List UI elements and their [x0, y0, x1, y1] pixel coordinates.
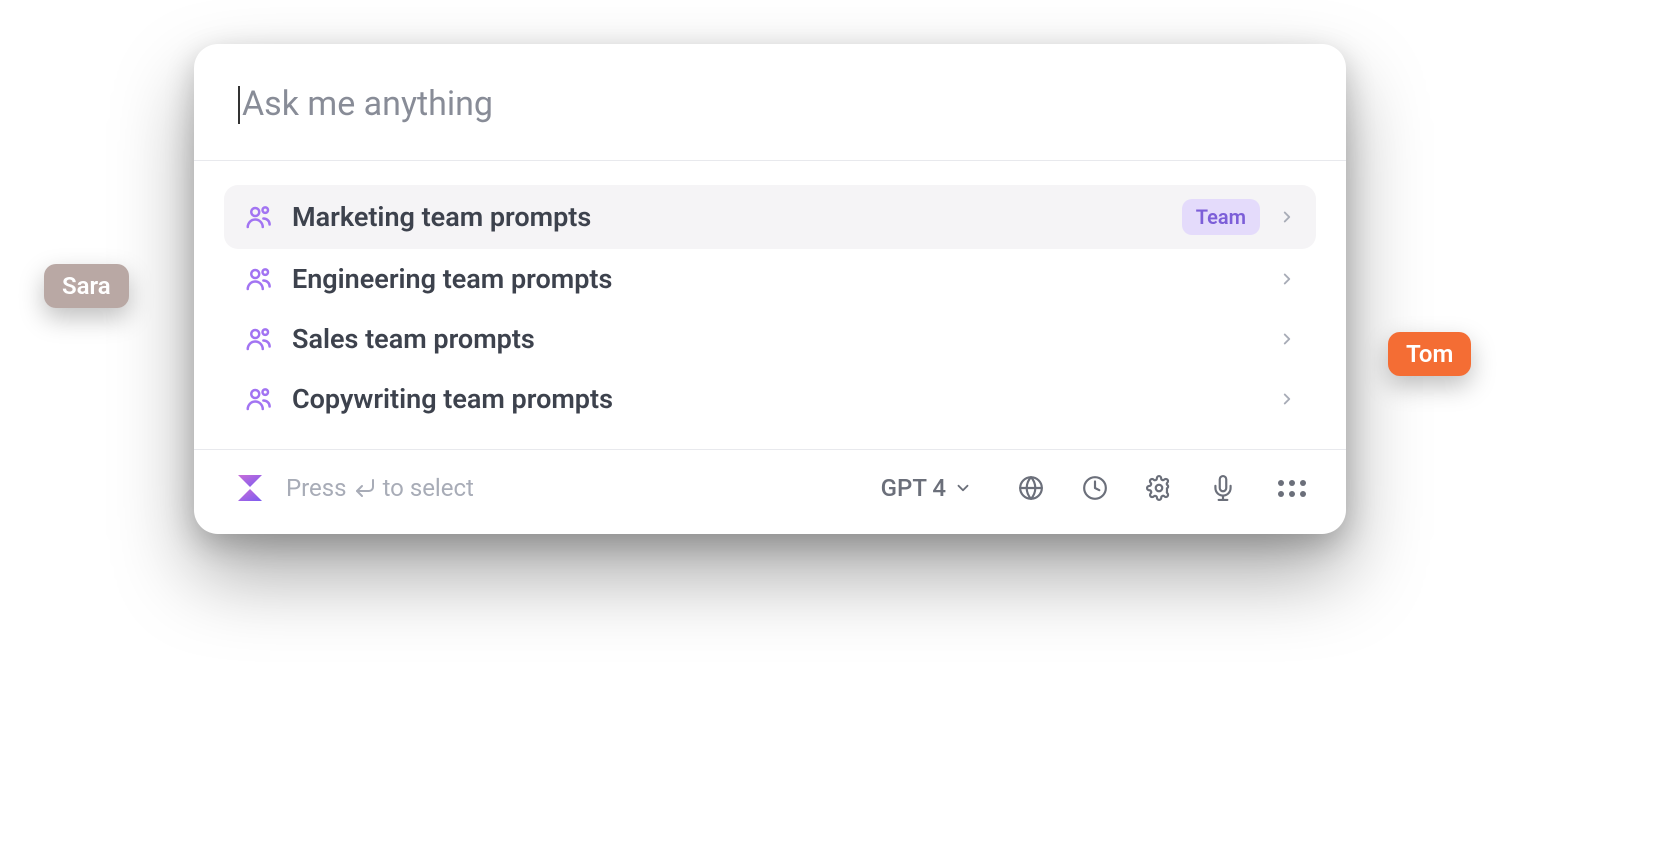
item-label: Marketing team prompts [292, 201, 1164, 233]
collaborator-cursor-tom: Tom [1388, 332, 1471, 376]
command-palette: Ask me anything Marketing team prompts T… [194, 44, 1346, 534]
list-item-copywriting[interactable]: Copywriting team prompts [224, 369, 1316, 429]
gear-icon[interactable] [1146, 475, 1172, 501]
globe-icon[interactable] [1018, 475, 1044, 501]
footer: Press to select GPT 4 [194, 450, 1346, 534]
drag-handle-icon[interactable] [1278, 480, 1306, 497]
hint-prefix: Press [286, 474, 347, 502]
collaborator-cursor-sara: Sara [44, 264, 129, 308]
prompt-input[interactable]: Ask me anything [242, 84, 1298, 124]
item-label: Engineering team prompts [292, 263, 1260, 295]
prompt-list: Marketing team prompts Team Engineering … [194, 161, 1346, 449]
chevron-right-icon [1278, 330, 1296, 348]
team-badge: Team [1182, 199, 1260, 235]
enter-key-icon [353, 476, 377, 500]
clock-icon[interactable] [1082, 475, 1108, 501]
footer-hint: Press to select [286, 474, 474, 502]
model-label: GPT 4 [881, 474, 946, 502]
people-icon [244, 202, 274, 232]
chevron-right-icon [1278, 390, 1296, 408]
app-logo-icon [234, 472, 266, 504]
people-icon [244, 384, 274, 414]
microphone-icon[interactable] [1210, 475, 1236, 501]
people-icon [244, 264, 274, 294]
chevron-right-icon [1278, 270, 1296, 288]
item-label: Sales team prompts [292, 323, 1260, 355]
model-selector[interactable]: GPT 4 [881, 474, 980, 502]
item-label: Copywriting team prompts [292, 383, 1260, 415]
hint-suffix: to select [383, 474, 474, 502]
list-item-marketing[interactable]: Marketing team prompts Team [224, 185, 1316, 249]
input-area: Ask me anything [194, 44, 1346, 160]
list-item-engineering[interactable]: Engineering team prompts [224, 249, 1316, 309]
list-item-sales[interactable]: Sales team prompts [224, 309, 1316, 369]
chevron-down-icon [954, 479, 972, 497]
people-icon [244, 324, 274, 354]
chevron-right-icon [1278, 208, 1296, 226]
